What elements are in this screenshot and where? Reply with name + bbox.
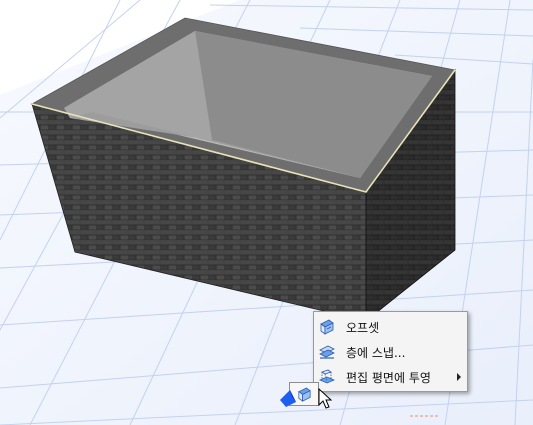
offset-icon <box>320 319 334 335</box>
menu-item-label: 오프셋 <box>346 321 380 335</box>
mouse-pointer-icon <box>318 388 333 409</box>
menu-item-snap-to-story[interactable]: 층에 스냅... <box>314 340 467 364</box>
menu-item-label: 편집 평면에 투영 <box>346 371 431 385</box>
menu-item-offset[interactable]: 오프셋 <box>314 315 467 339</box>
context-menu: 오프셋 층에 스냅... 편집 평면에 투영 <box>313 311 468 392</box>
submenu-arrow-icon <box>457 373 461 381</box>
snap-to-story-icon <box>319 345 335 359</box>
offset-icon[interactable] <box>296 386 313 403</box>
selection-marker <box>280 390 296 407</box>
menu-item-label: 층에 스냅... <box>346 346 406 360</box>
menu-item-project-to-edit-plane[interactable]: 편집 평면에 투영 <box>314 365 467 389</box>
project-to-edit-plane-icon <box>318 369 336 384</box>
dimension-marker <box>410 415 438 417</box>
